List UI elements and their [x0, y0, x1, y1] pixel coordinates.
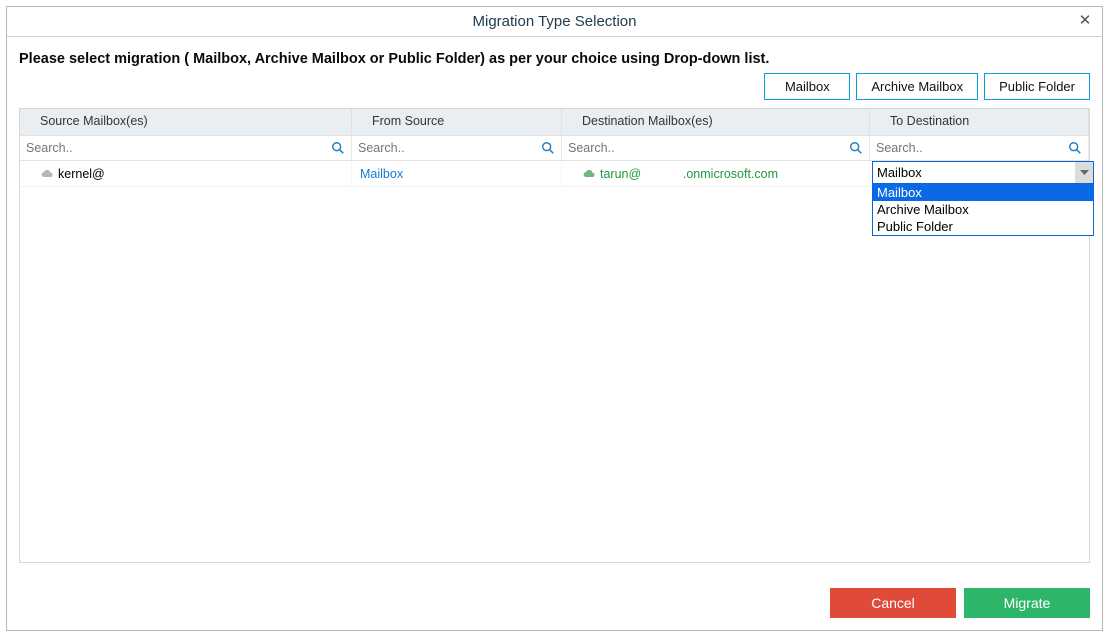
dropdown-selected-value: Mailbox: [877, 165, 922, 180]
mailbox-button[interactable]: Mailbox: [764, 73, 850, 100]
cloud-icon: [582, 168, 596, 179]
migration-type-buttons: Mailbox Archive Mailbox Public Folder: [7, 67, 1102, 108]
destination-prefix: tarun@: [600, 167, 641, 181]
search-source-input[interactable]: [24, 140, 331, 156]
instruction-text: Please select migration ( Mailbox, Archi…: [7, 37, 1102, 67]
search-from-input[interactable]: [356, 140, 541, 156]
header-from-source: From Source: [352, 109, 562, 135]
from-source-cell[interactable]: Mailbox: [352, 161, 562, 186]
dropdown-option-archive[interactable]: Archive Mailbox: [873, 201, 1093, 218]
source-mailbox-value: kernel@: [58, 167, 105, 181]
search-destination-input[interactable]: [566, 140, 849, 156]
dropdown-selected[interactable]: Mailbox: [872, 161, 1094, 184]
dropdown-option-mailbox[interactable]: Mailbox: [873, 184, 1093, 201]
migrate-button[interactable]: Migrate: [964, 588, 1090, 618]
destination-suffix: .onmicrosoft.com: [683, 167, 778, 181]
dialog-window: Migration Type Selection ✕ Please select…: [6, 6, 1103, 631]
dropdown-option-public[interactable]: Public Folder: [873, 218, 1093, 235]
column-headers: Source Mailbox(es) From Source Destinati…: [20, 109, 1089, 135]
search-icon: [849, 141, 863, 155]
cancel-button[interactable]: Cancel: [830, 588, 956, 618]
from-source-value: Mailbox: [360, 167, 403, 181]
migration-grid: Source Mailbox(es) From Source Destinati…: [19, 108, 1090, 563]
archive-mailbox-button[interactable]: Archive Mailbox: [856, 73, 978, 100]
header-source-mailbox: Source Mailbox(es): [20, 109, 352, 135]
close-icon[interactable]: ✕: [1076, 12, 1094, 30]
dialog-footer: Cancel Migrate: [830, 588, 1090, 618]
header-destination-mailbox: Destination Mailbox(es): [562, 109, 870, 135]
header-to-destination: To Destination: [870, 109, 1089, 135]
chevron-down-icon[interactable]: [1075, 162, 1093, 183]
search-to-input[interactable]: [874, 140, 1068, 156]
search-row: [20, 135, 1089, 161]
source-mailbox-cell: kernel@: [20, 161, 352, 186]
title-bar: Migration Type Selection ✕: [7, 7, 1102, 37]
to-destination-dropdown[interactable]: Mailbox Mailbox Archive Mailbox Public F…: [872, 161, 1094, 236]
search-icon: [541, 141, 555, 155]
search-icon: [331, 141, 345, 155]
dropdown-list: Mailbox Archive Mailbox Public Folder: [872, 184, 1094, 236]
cloud-icon: [40, 168, 54, 179]
public-folder-button[interactable]: Public Folder: [984, 73, 1090, 100]
dialog-title: Migration Type Selection: [473, 13, 637, 30]
destination-mailbox-cell: tarun@XXXXX.onmicrosoft.com: [562, 161, 870, 186]
search-icon: [1068, 141, 1082, 155]
